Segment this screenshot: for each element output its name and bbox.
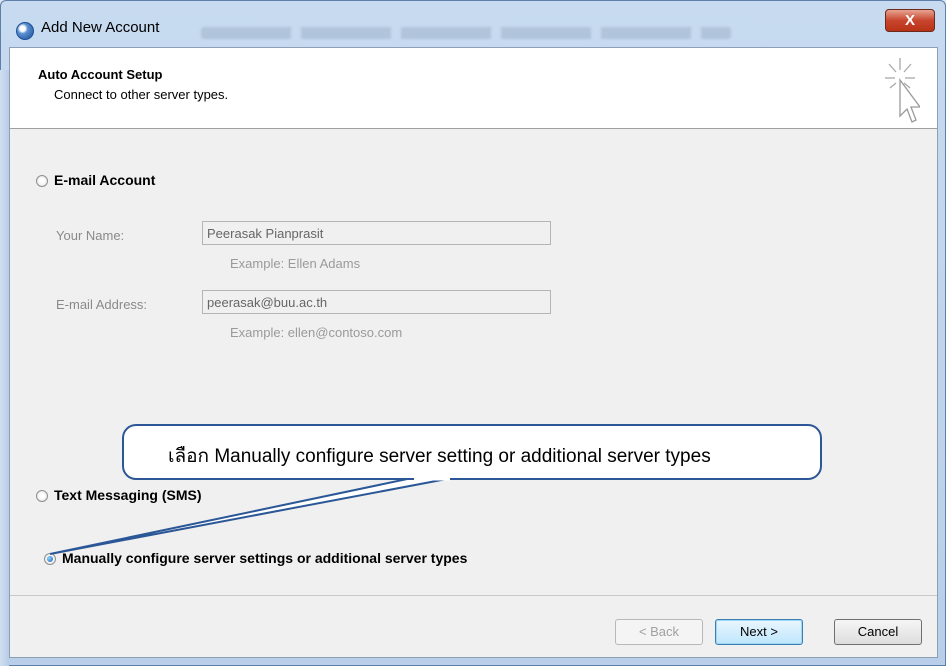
manual-config-label[interactable]: Manually configure server settings or ad… [62,550,467,566]
annotation-callout: เลือก Manually configure server setting … [122,424,822,480]
text-messaging-label[interactable]: Text Messaging (SMS) [54,487,202,503]
close-button[interactable]: X [885,9,935,32]
next-button[interactable]: Next > [715,619,803,645]
text-messaging-radio[interactable] [36,490,48,502]
email-account-label[interactable]: E-mail Account [54,172,155,188]
email-address-input[interactable] [202,290,551,314]
email-account-radio[interactable] [36,175,48,187]
your-name-label: Your Name: [56,228,125,243]
page-subtitle: Connect to other server types. [54,87,229,102]
footer-divider [10,595,937,596]
window-left-edge [0,70,9,666]
your-name-example: Example: Ellen Adams [230,256,361,271]
email-address-example: Example: ellen@contoso.com [230,325,403,340]
dialog-client-area: Auto Account Setup Connect to other serv… [9,47,938,658]
your-name-input[interactable] [202,221,551,245]
background-ribbon-tabs [201,27,731,39]
back-button[interactable]: < Back [615,619,703,645]
email-address-label: E-mail Address: [56,297,148,312]
title-bar[interactable]: Add New Account X [1,1,945,45]
manual-config-radio[interactable] [44,553,56,565]
cancel-button[interactable]: Cancel [834,619,922,645]
window-title: Add New Account [41,19,160,36]
outlook-app-icon [16,22,34,40]
minimize-icon [847,18,853,24]
callout-text: เลือก Manually configure server setting … [168,446,711,467]
cursor-sparkle-icon [885,58,920,123]
wizard-header: Auto Account Setup Connect to other serv… [10,48,937,129]
page-title: Auto Account Setup [38,67,163,82]
